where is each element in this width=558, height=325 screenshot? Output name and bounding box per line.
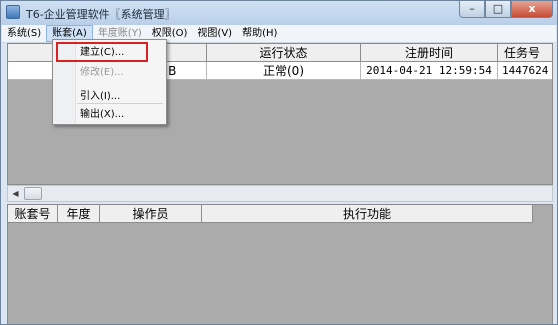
table-cell: 正常(0) <box>207 62 361 80</box>
table-cell: 1447624 <box>498 62 552 80</box>
operations-grid[interactable]: 账套号 年度 操作员 执行功能 <box>7 204 553 324</box>
column-header[interactable]: 任务号 <box>498 44 552 62</box>
main-window: T6-企业管理软件〖系统管理〗 – □ x 系统(S) 账套(A) 年度账(Y)… <box>0 0 558 325</box>
menu-system[interactable]: 系统(S) <box>2 25 46 42</box>
window-title: T6-企业管理软件〖系统管理〗 <box>26 8 176 21</box>
horizontal-scrollbar[interactable]: ◀ <box>7 185 553 202</box>
maximize-button[interactable]: □ <box>485 1 511 18</box>
table-cell: 2014-04-21 12:59:54 <box>361 62 498 80</box>
title-bar[interactable]: T6-企业管理软件〖系统管理〗 – □ x <box>1 1 557 25</box>
column-header[interactable]: 注册时间 <box>361 44 498 62</box>
column-header[interactable]: 年度 <box>58 205 100 223</box>
scroll-left-icon[interactable]: ◀ <box>8 186 23 201</box>
column-header[interactable]: 操作员 <box>100 205 202 223</box>
column-header[interactable]: 账套号 <box>8 205 58 223</box>
menu-item-import[interactable]: 引入(I)... <box>80 88 120 105</box>
menu-view[interactable]: 视图(V) <box>192 25 237 42</box>
menu-item-modify[interactable]: 修改(E)... <box>80 64 124 81</box>
minimize-button[interactable]: – <box>459 1 485 18</box>
close-button[interactable]: x <box>511 1 553 18</box>
app-icon <box>6 5 20 19</box>
scrollbar-thumb[interactable] <box>24 187 42 200</box>
column-header[interactable]: 运行状态 <box>207 44 361 62</box>
menu-item-export[interactable]: 输出(X)... <box>80 106 124 123</box>
column-header[interactable]: 执行功能 <box>202 205 533 223</box>
window-controls: – □ x <box>459 1 553 19</box>
menu-help[interactable]: 帮助(H) <box>237 25 282 42</box>
operations-header-row: 账套号 年度 操作员 执行功能 <box>8 205 552 223</box>
highlight-annotation <box>56 42 148 62</box>
